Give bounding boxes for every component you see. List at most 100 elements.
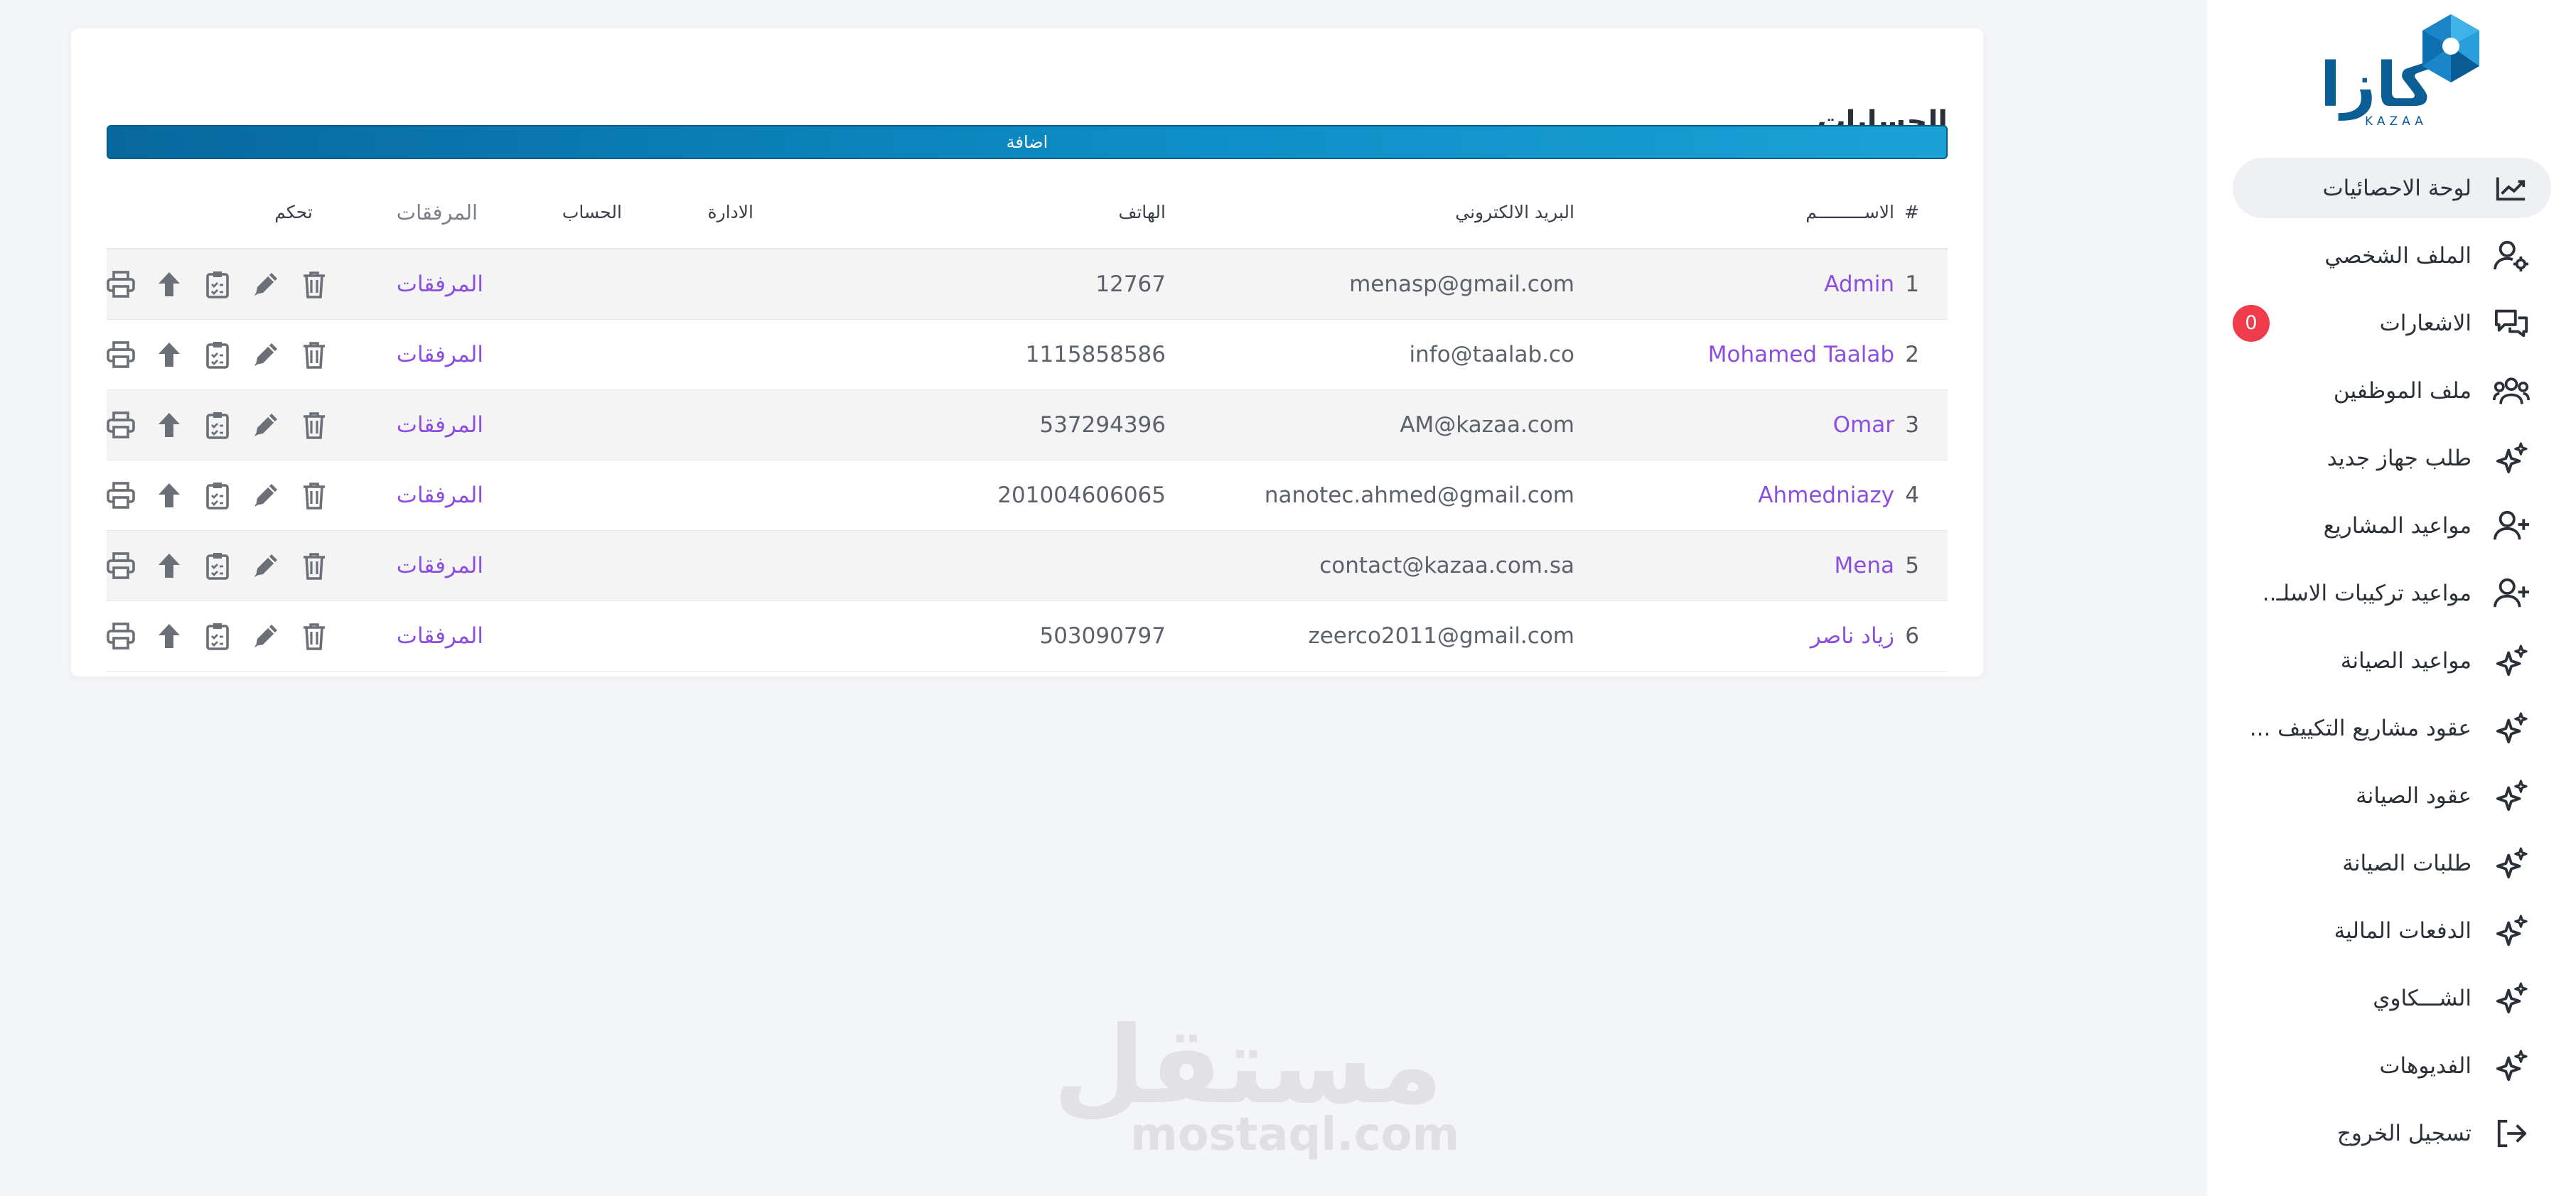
cell-name-link[interactable]: Mohamed Taalab bbox=[1574, 319, 1894, 390]
pencil-icon[interactable] bbox=[252, 481, 280, 510]
cell-name-link[interactable]: زياد ناصر bbox=[1574, 600, 1894, 672]
sidebar-item[interactable]: الشـــكاوي bbox=[2233, 968, 2551, 1028]
cell-attachments-link-text[interactable]: المرفقات bbox=[397, 271, 483, 297]
cell-phone: 503090797 bbox=[753, 600, 1166, 672]
sidebar-item[interactable]: تسجيل الخروج bbox=[2233, 1103, 2551, 1163]
cell-name-link[interactable]: Omar bbox=[1574, 389, 1894, 460]
cell-attachments-link[interactable]: المرفقات bbox=[396, 319, 483, 390]
sidebar-item[interactable]: مواعيد المشاريع bbox=[2233, 495, 2551, 556]
sidebar-item[interactable]: طلب جهاز جديد bbox=[2233, 428, 2551, 488]
cell-name-link[interactable]: Ahmedniazy bbox=[1574, 460, 1894, 531]
brand-logo[interactable]: كازا KAZAA bbox=[2320, 11, 2506, 131]
clipboard-icon[interactable] bbox=[203, 340, 232, 369]
cell-email: info@taalab.co bbox=[1166, 319, 1574, 390]
upload-arrow-icon[interactable] bbox=[155, 481, 183, 510]
upload-arrow-icon[interactable] bbox=[155, 411, 183, 439]
cell-attachments-link-text[interactable]: المرفقات bbox=[397, 483, 483, 508]
pencil-icon[interactable] bbox=[252, 411, 280, 439]
pencil-icon[interactable] bbox=[252, 340, 280, 369]
cell-attachments-link[interactable]: المرفقات bbox=[396, 460, 483, 531]
cell-actions bbox=[107, 249, 397, 320]
cell-email-text: contact@kazaa.com.sa bbox=[1319, 552, 1574, 578]
accounts-table: # الاســـــــــم البريد الالكتروني الهات… bbox=[107, 176, 1948, 672]
cell-phone: 12767 bbox=[753, 249, 1166, 320]
print-icon[interactable] bbox=[107, 622, 135, 650]
cell-num-text: 6 bbox=[1905, 623, 1919, 649]
sidebar-item-label: الفديوهات bbox=[2379, 1052, 2472, 1079]
upload-arrow-icon[interactable] bbox=[155, 622, 183, 650]
table-row: 4 Ahmedniazy nanotec.ahmed@gmail.com 201004… bbox=[107, 460, 1948, 531]
cell-name-link-text[interactable]: Mena bbox=[1835, 553, 1894, 578]
cell-name-link[interactable]: Mena bbox=[1574, 530, 1894, 601]
cell-actions bbox=[107, 530, 397, 601]
cell-email-text: AM@kazaa.com bbox=[1400, 411, 1574, 438]
cell-dept bbox=[622, 319, 753, 390]
print-icon[interactable] bbox=[107, 270, 135, 298]
pencil-icon[interactable] bbox=[252, 270, 280, 298]
print-icon[interactable] bbox=[107, 411, 135, 439]
cell-name-link-text[interactable]: Ahmedniazy bbox=[1758, 483, 1894, 508]
clipboard-icon[interactable] bbox=[203, 411, 232, 439]
clipboard-icon[interactable] bbox=[203, 622, 232, 650]
cell-name-link-text[interactable]: Mohamed Taalab bbox=[1708, 342, 1894, 367]
sidebar-item[interactable]: مواعيد تركيبات الاسلـ.. bbox=[2233, 563, 2551, 623]
sidebar-item-label: ملف الموظفين bbox=[2333, 377, 2472, 404]
sidebar-item[interactable]: الفديوهات bbox=[2233, 1035, 2551, 1096]
add-button[interactable]: اضافة bbox=[107, 125, 1948, 159]
cell-name-link-text[interactable]: Omar bbox=[1833, 412, 1894, 438]
cell-attachments-link-text[interactable]: المرفقات bbox=[397, 412, 483, 438]
table-row: 3 Omar AM@kazaa.com 537294396 المرفقات bbox=[107, 389, 1948, 460]
print-icon[interactable] bbox=[107, 340, 135, 369]
trash-icon[interactable] bbox=[300, 411, 328, 439]
trash-icon[interactable] bbox=[300, 340, 328, 369]
sidebar-item[interactable]: طلبات الصيانة bbox=[2233, 833, 2551, 893]
users-icon bbox=[2493, 372, 2530, 409]
clipboard-icon[interactable] bbox=[203, 270, 232, 298]
sidebar-item-label: تسجيل الخروج bbox=[2336, 1120, 2472, 1146]
trash-icon[interactable] bbox=[300, 622, 328, 650]
cell-name-link-text[interactable]: زياد ناصر bbox=[1810, 623, 1894, 649]
cell-num-text: 2 bbox=[1905, 341, 1919, 367]
logo-latin-text: KAZAA bbox=[2365, 114, 2427, 129]
upload-arrow-icon[interactable] bbox=[155, 270, 183, 298]
trash-icon[interactable] bbox=[300, 551, 328, 580]
sidebar-item[interactable]: عقود مشاريع التكييف ... bbox=[2233, 698, 2551, 758]
cell-name-link[interactable]: Admin bbox=[1574, 249, 1894, 320]
cell-attachments-link[interactable]: المرفقات bbox=[396, 530, 483, 601]
sparkle-icon bbox=[2493, 440, 2530, 477]
sidebar-item[interactable]: الدفعات المالية bbox=[2233, 900, 2551, 961]
upload-arrow-icon[interactable] bbox=[155, 551, 183, 580]
sidebar-item-label: الاشعارات bbox=[2379, 310, 2472, 336]
sparkle-icon bbox=[2493, 980, 2530, 1017]
sidebar-item[interactable]: الاشعارات 0 bbox=[2233, 293, 2551, 353]
col-attachments: المرفقات bbox=[396, 176, 483, 249]
logo-mark-icon bbox=[2422, 14, 2479, 82]
clipboard-icon[interactable] bbox=[203, 551, 232, 580]
cell-attachments-link[interactable]: المرفقات bbox=[396, 249, 483, 320]
col-email: البريد الالكتروني bbox=[1166, 176, 1574, 249]
cell-attachments-link[interactable]: المرفقات bbox=[396, 389, 483, 460]
cell-attachments-link-text[interactable]: المرفقات bbox=[397, 553, 483, 578]
trash-icon[interactable] bbox=[300, 481, 328, 510]
pencil-icon[interactable] bbox=[252, 551, 280, 580]
cell-attachments-link-text[interactable]: المرفقات bbox=[397, 342, 483, 367]
cell-dept bbox=[622, 600, 753, 672]
cell-attachments-link-text[interactable]: المرفقات bbox=[397, 623, 483, 649]
print-icon[interactable] bbox=[107, 551, 135, 580]
pencil-icon[interactable] bbox=[252, 622, 280, 650]
clipboard-icon[interactable] bbox=[203, 481, 232, 510]
row-action-group bbox=[107, 481, 361, 510]
sidebar-item[interactable]: الملف الشخصي bbox=[2233, 225, 2551, 286]
cell-actions bbox=[107, 319, 397, 390]
sidebar-item[interactable]: عقود الصيانة bbox=[2233, 765, 2551, 826]
table-row: 1 Admin menasp@gmail.com 12767 المرفقات bbox=[107, 249, 1948, 320]
upload-arrow-icon[interactable] bbox=[155, 340, 183, 369]
cell-name-link-text[interactable]: Admin bbox=[1824, 271, 1894, 297]
print-icon[interactable] bbox=[107, 481, 135, 510]
trash-icon[interactable] bbox=[300, 270, 328, 298]
sidebar-item[interactable]: لوحة الاحصائيات bbox=[2233, 158, 2551, 218]
sidebar-item[interactable]: ملف الموظفين bbox=[2233, 360, 2551, 421]
sidebar-item[interactable]: مواعيد الصيانة bbox=[2233, 630, 2551, 691]
cell-attachments-link[interactable]: المرفقات bbox=[396, 600, 483, 672]
cell-actions bbox=[107, 389, 397, 460]
